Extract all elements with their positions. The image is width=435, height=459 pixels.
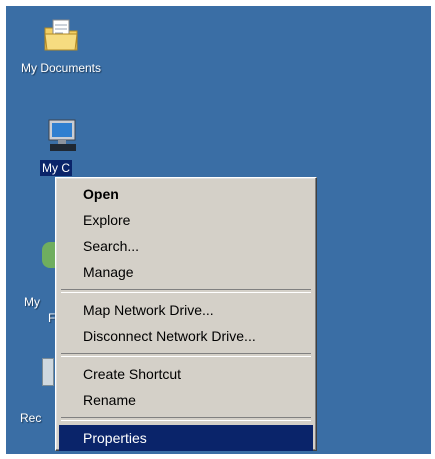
desktop-icon-label: My C bbox=[40, 160, 72, 176]
folder-documents-icon bbox=[44, 19, 78, 51]
menu-item-manage[interactable]: Manage bbox=[59, 259, 313, 285]
recycle-bin-icon bbox=[42, 358, 54, 386]
menu-separator bbox=[61, 353, 311, 357]
menu-item-rename[interactable]: Rename bbox=[59, 387, 313, 413]
menu-item-map-network-drive[interactable]: Map Network Drive... bbox=[59, 297, 313, 323]
desktop: My Documents My C My F Rec Open Explore … bbox=[6, 6, 431, 454]
menu-separator bbox=[61, 289, 311, 293]
desktop-icon-my-documents[interactable]: My Documents bbox=[8, 16, 114, 76]
desktop-icon-label: My Documents bbox=[20, 61, 102, 75]
menu-separator bbox=[61, 417, 311, 421]
menu-item-explore[interactable]: Explore bbox=[59, 207, 313, 233]
menu-item-properties[interactable]: Properties bbox=[59, 425, 313, 451]
desktop-icon-my-computer[interactable]: My C bbox=[10, 118, 100, 176]
menu-item-disconnect-network-drive[interactable]: Disconnect Network Drive... bbox=[59, 323, 313, 349]
menu-item-search[interactable]: Search... bbox=[59, 233, 313, 259]
menu-item-open[interactable]: Open bbox=[59, 181, 313, 207]
desktop-icon-label: My bbox=[24, 295, 40, 309]
context-menu: Open Explore Search... Manage Map Networ… bbox=[55, 177, 317, 451]
menu-item-create-shortcut[interactable]: Create Shortcut bbox=[59, 361, 313, 387]
screenshot-frame: My Documents My C My F Rec Open Explore … bbox=[0, 0, 435, 459]
desktop-icon-label: Rec bbox=[20, 411, 42, 425]
computer-icon bbox=[48, 119, 76, 151]
